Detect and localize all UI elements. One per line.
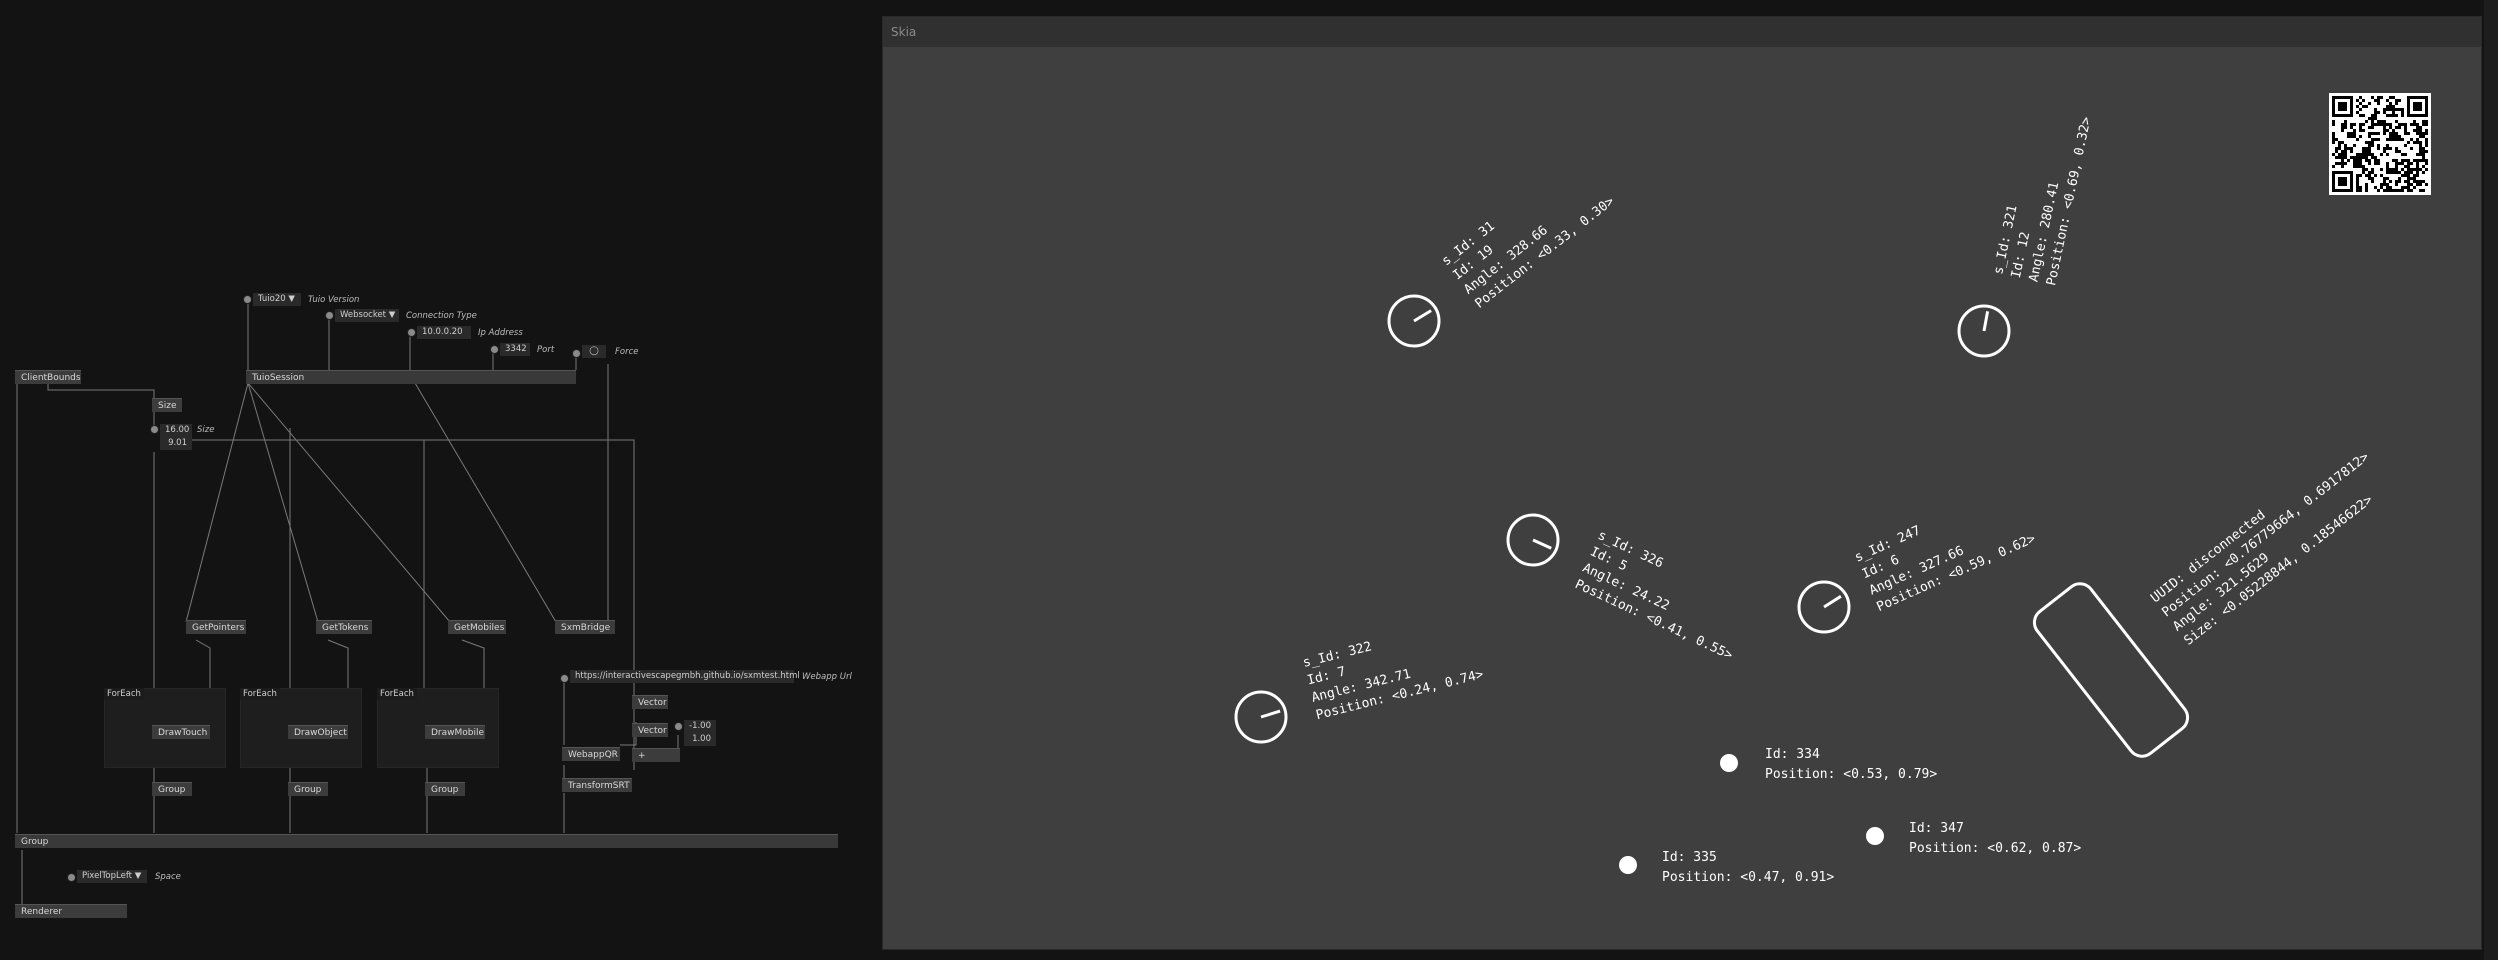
size-x-iobox[interactable]: 16.00 <box>160 424 192 437</box>
get-pointers-node[interactable]: GetPointers <box>186 620 246 634</box>
pointer-info-line: Id: 335 <box>1662 850 1717 865</box>
draw-object-node[interactable]: DrawObject <box>288 725 348 739</box>
tuio-version-iobox[interactable]: Tuio20 ▼ <box>253 293 301 306</box>
vector-node-1[interactable]: Vector <box>632 695 668 709</box>
touch-pointer[interactable]: Id: 335 Position: <0.47, 0.91> <box>1619 850 1834 885</box>
port-label: Port <box>537 345 555 355</box>
token-object[interactable]: s_Id: 247Id: 6Angle: 327.66Position: <0.… <box>1797 482 2039 634</box>
vector-x-iobox[interactable]: -1.00 <box>684 720 716 733</box>
transform-srt-node[interactable]: TransformSRT <box>562 778 632 792</box>
pointer-info-line: Position: <0.62, 0.87> <box>1909 841 2081 856</box>
vector-y-iobox[interactable]: 1.00 <box>684 733 716 746</box>
window-edge <box>2484 0 2498 960</box>
pointer-info: Id: 347 Position: <0.62, 0.87> <box>1909 821 2081 856</box>
token-angle-needle <box>1982 311 1990 332</box>
touch-pointer[interactable]: Id: 334 Position: <0.53, 0.79> <box>1720 747 1937 782</box>
group-node-2[interactable]: Group <box>288 782 328 796</box>
token-angle-needle <box>1260 709 1281 719</box>
token-angle-needle <box>1413 309 1432 323</box>
pointer-info: Id: 335 Position: <0.47, 0.91> <box>1662 850 1834 885</box>
pointer-info-line: Id: 347 <box>1909 821 1964 836</box>
main-group-node[interactable]: Group <box>15 834 838 848</box>
port-iobox[interactable]: 3342 <box>500 343 530 356</box>
token-info: s_Id: 247Id: 6Angle: 327.66Position: <0.… <box>1853 482 2039 615</box>
token-info: s_Id: 326Id: 5Angle: 24.22Position: <0.4… <box>1572 528 1757 663</box>
token-object[interactable]: s_Id: 31Id: 19Angle: 328.66Position: <0.… <box>1387 151 1618 348</box>
get-mobiles-node[interactable]: GetMobiles <box>448 620 506 634</box>
force-toggle[interactable]: ◯ <box>582 345 606 358</box>
pointer-info: Id: 334 Position: <0.53, 0.79> <box>1765 747 1937 782</box>
tuio-version-label: Tuio Version <box>308 295 360 305</box>
webapp-url-label: Webapp Url <box>802 672 852 682</box>
space-label: Space <box>155 872 181 882</box>
token-info: s_Id: 31Id: 19Angle: 328.66Position: <0.… <box>1439 151 1617 311</box>
ip-address-pin[interactable] <box>407 328 416 337</box>
token-angle-needle <box>1823 595 1842 609</box>
ip-address-iobox[interactable]: 10.0.0.20 <box>417 326 471 339</box>
ip-address-label: Ip Address <box>478 328 523 338</box>
space-iobox[interactable]: PixelTopLeft ▼ <box>77 870 147 883</box>
size-node[interactable]: Size <box>152 398 182 412</box>
force-pin[interactable] <box>572 349 581 358</box>
mobile-device[interactable]: UUID: disconnectedPosition: <0.76779664,… <box>2029 435 2395 762</box>
skia-window[interactable]: Skia s_Id: 31Id: 19Angle: 328.66Position… <box>882 16 2482 950</box>
draw-touch-node[interactable]: DrawTouch <box>152 725 210 739</box>
foreach-label-2: ForEach <box>240 688 280 700</box>
token-object[interactable]: s_Id: 322Id: 7Angle: 342.71Position: <0.… <box>1234 615 1485 744</box>
tuio-session-node[interactable]: TuioSession <box>246 370 576 384</box>
pointer-info-line: Id: 334 <box>1765 747 1820 762</box>
token-angle-needle <box>1532 538 1552 550</box>
pointer-dot <box>1619 856 1637 874</box>
connection-type-iobox[interactable]: Websocket ▼ <box>335 309 399 322</box>
mobile-info-line: Position: <0.76779664, 0.6917812> <box>2159 449 2372 620</box>
patch-editor[interactable]: Tuio20 ▼ Tuio Version Websocket ▼ Connec… <box>0 0 880 960</box>
force-label: Force <box>615 347 639 357</box>
size-pin[interactable] <box>150 425 159 434</box>
skia-canvas[interactable]: s_Id: 31Id: 19Angle: 328.66Position: <0.… <box>883 17 2481 949</box>
webapp-url-pin[interactable] <box>560 674 569 683</box>
webapp-url-iobox[interactable]: https://interactivescapegmbh.github.io/s… <box>570 670 800 683</box>
webapp-qr-node[interactable]: WebappQR <box>562 747 620 761</box>
vector-node-2[interactable]: Vector <box>632 723 668 737</box>
foreach-label-3: ForEach <box>377 688 417 700</box>
connection-type-pin[interactable] <box>325 311 334 320</box>
pointer-dot <box>1720 754 1738 772</box>
foreach-label-1: ForEach <box>104 688 144 700</box>
pointer-dot <box>1866 827 1884 845</box>
token-info: s_Id: 322Id: 7Angle: 342.71Position: <0.… <box>1301 615 1485 724</box>
mobile-info: UUID: disconnectedPosition: <0.76779664,… <box>2148 435 2394 648</box>
token-info: s_Id: 321Id: 12Angle: 280.41Position: <0… <box>1991 104 2094 287</box>
port-pin[interactable] <box>490 345 499 354</box>
pointer-info-line: Position: <0.53, 0.79> <box>1765 767 1937 782</box>
size-y-iobox[interactable]: 9.01 <box>160 437 192 450</box>
connection-type-label: Connection Type <box>406 311 477 321</box>
token-object[interactable]: s_Id: 326Id: 5Angle: 24.22Position: <0.4… <box>1506 513 1758 663</box>
vector-pin[interactable] <box>674 722 683 731</box>
patch-links <box>16 304 679 904</box>
client-bounds-node[interactable]: ClientBounds <box>15 370 81 384</box>
draw-mobile-node[interactable]: DrawMobile <box>425 725 485 739</box>
size-label: Size <box>197 425 215 435</box>
touch-pointer[interactable]: Id: 347 Position: <0.62, 0.87> <box>1866 821 2081 856</box>
renderer-node[interactable]: Renderer <box>15 904 127 918</box>
sxm-bridge-node[interactable]: SxmBridge <box>555 620 615 634</box>
pointer-info-line: Position: <0.47, 0.91> <box>1662 870 1834 885</box>
space-pin[interactable] <box>67 873 76 882</box>
plus-node[interactable]: + <box>632 748 680 762</box>
group-node-1[interactable]: Group <box>152 782 192 796</box>
qr-code-icon <box>2329 93 2431 195</box>
token-object[interactable]: s_Id: 321Id: 12Angle: 280.41Position: <0… <box>1957 104 2095 358</box>
get-tokens-node[interactable]: GetTokens <box>316 620 372 634</box>
token-info-line: Position: <0.41, 0.55> <box>1572 577 1735 663</box>
group-node-3[interactable]: Group <box>425 782 465 796</box>
tuio-version-pin[interactable] <box>243 295 252 304</box>
